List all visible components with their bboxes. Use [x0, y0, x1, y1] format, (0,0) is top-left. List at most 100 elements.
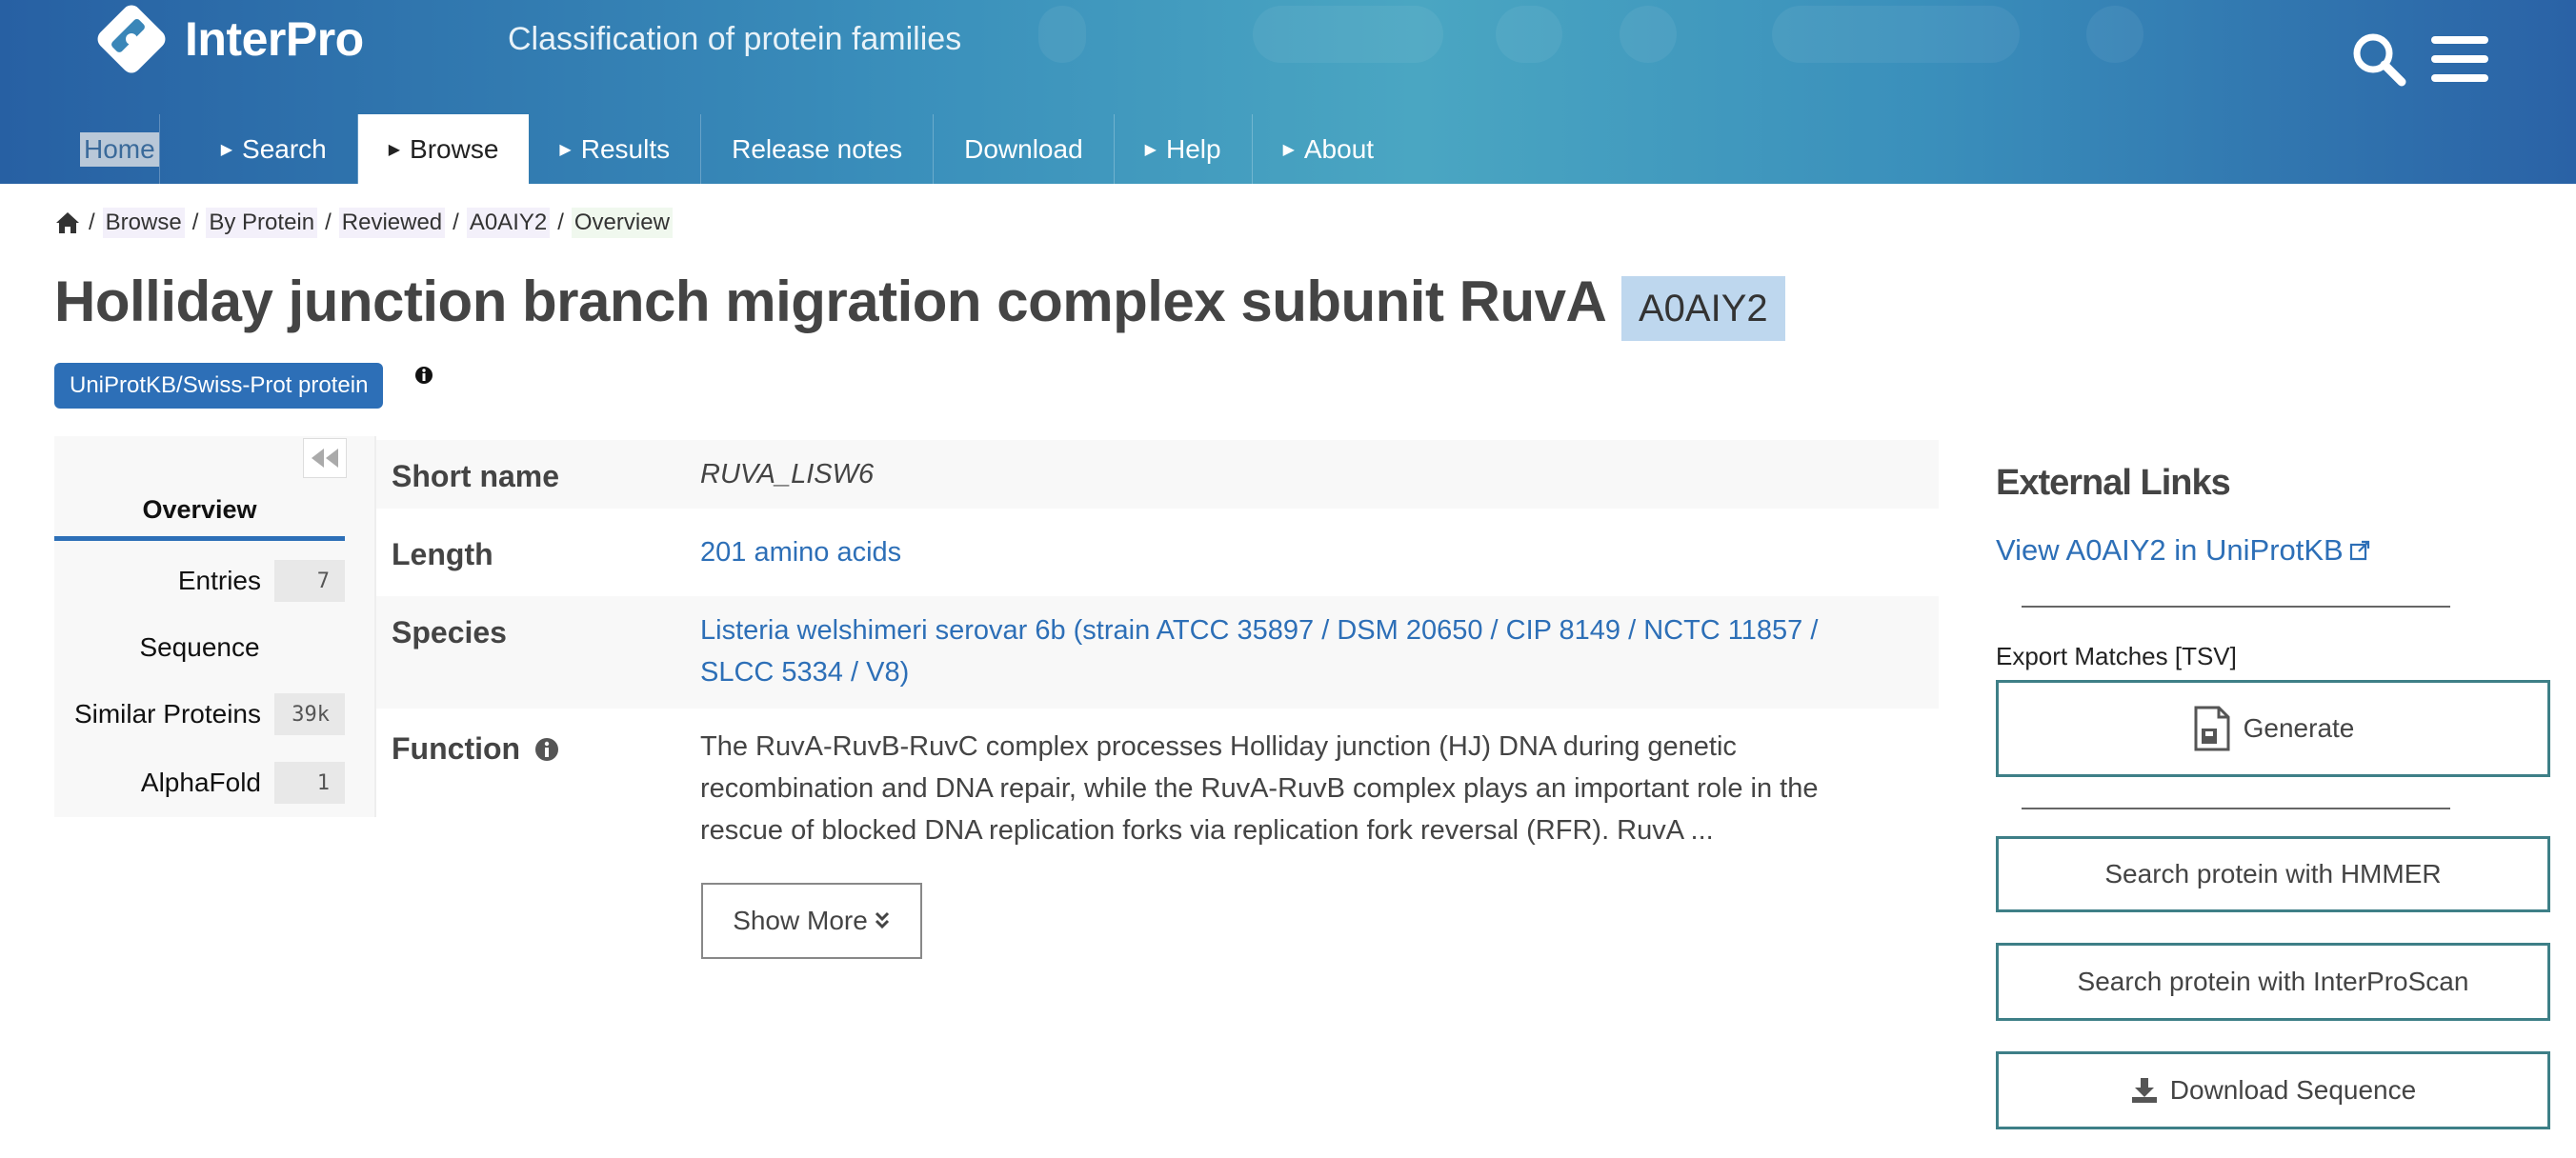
short-name-label: Short name — [392, 459, 560, 493]
nav-about-label: About — [1303, 133, 1375, 164]
show-more-label: Show More — [733, 906, 868, 935]
caret-right-icon: ▶ — [559, 141, 572, 158]
sidebar-item-label: Similar Proteins — [73, 699, 261, 729]
breadcrumb-separator: / — [557, 210, 564, 235]
interpro-logo-icon — [97, 5, 166, 73]
caret-right-icon: ▶ — [1282, 141, 1295, 158]
header-decoration — [2086, 6, 2143, 63]
count-badge: 7 — [274, 560, 345, 602]
species-line: Listeria welshimeri serovar 6b (strain A… — [700, 615, 1819, 646]
download-sequence-label: Download Sequence — [2169, 1075, 2417, 1105]
breadcrumb-separator: / — [89, 210, 95, 235]
length-row: Length 201 amino acids — [376, 518, 1939, 587]
nav-release-notes-label: Release notes — [732, 133, 903, 164]
interpro-logo[interactable]: InterPro — [91, 0, 364, 78]
breadcrumb-by-protein[interactable]: By Protein — [206, 208, 318, 238]
breadcrumb-reviewed[interactable]: Reviewed — [338, 208, 446, 238]
species-link[interactable]: Listeria welshimeri serovar 6b (strain A… — [700, 609, 1818, 693]
function-line: The RuvA-RuvB-RuvC complex processes Hol… — [700, 731, 1737, 762]
sidebar-item-label: Sequence — [139, 632, 260, 662]
generate-button[interactable]: Generate — [1996, 680, 2550, 777]
nav-search[interactable]: ▶ Search — [191, 114, 358, 184]
info-icon[interactable] — [414, 366, 433, 385]
uniprot-link-label: View A0AIY2 in UniProtKB — [1996, 533, 2344, 567]
breadcrumb-separator: / — [191, 210, 199, 235]
count-badge: 1 — [274, 762, 345, 804]
site-header: InterPro Classification of protein famil… — [0, 0, 2576, 184]
generate-label: Generate — [2243, 713, 2355, 743]
short-name-row: Short name RUVA_LISW6 — [376, 440, 1939, 509]
collapse-sidebar-button[interactable] — [303, 438, 347, 478]
sidebar-item-alphafold[interactable]: AlphaFold 1 — [54, 760, 345, 806]
download-icon — [2131, 1078, 2157, 1103]
uniprot-link[interactable]: View A0AIY2 in UniProtKB — [1996, 533, 2370, 568]
species-line: SLCC 5334 / V8) — [700, 657, 910, 688]
nav-release-notes[interactable]: Release notes — [701, 114, 935, 184]
function-row: Function The RuvA-RuvB-RuvC complex proc… — [376, 718, 1939, 861]
breadcrumb-current: Overview — [571, 208, 673, 238]
breadcrumb-separator: / — [325, 210, 332, 235]
divider — [2022, 606, 2450, 608]
caret-right-icon: ▶ — [220, 141, 233, 158]
species-row: Species Listeria welshimeri serovar 6b (… — [376, 596, 1939, 709]
database-badge[interactable]: UniProtKB/Swiss-Prot protein — [54, 363, 384, 409]
nav-results[interactable]: ▶ Results — [529, 114, 702, 184]
function-line: recombination and DNA repair, while the … — [700, 773, 1819, 804]
sidebar-item-label: Entries — [177, 566, 261, 595]
sidebar-item-sequence[interactable]: Sequence — [54, 625, 345, 670]
nav-home-label: Home — [80, 131, 159, 167]
accession-badge: A0AIY2 — [1621, 276, 1785, 341]
nav-help-label: Help — [1165, 133, 1221, 164]
breadcrumb: / Browse / By Protein / Reviewed / A0AIY… — [54, 208, 673, 238]
caret-right-icon: ▶ — [388, 141, 401, 158]
info-icon[interactable] — [534, 737, 559, 762]
function-line: rescue of blocked DNA replication forks … — [700, 815, 1714, 846]
double-chevron-down-icon — [875, 911, 889, 929]
function-label-text: Function — [392, 731, 521, 766]
page-title: Holliday junction branch migration compl… — [54, 270, 1607, 333]
nav-download-label: Download — [964, 133, 1083, 164]
hamburger-menu-icon[interactable] — [2429, 34, 2490, 84]
download-sequence-button[interactable]: Download Sequence — [1996, 1051, 2550, 1129]
length-label: Length — [392, 537, 493, 571]
divider — [2022, 808, 2450, 809]
caret-right-icon: ▶ — [1144, 141, 1157, 158]
nav-download[interactable]: Download — [934, 114, 1115, 184]
main-nav: Home ▶ Search ▶ Browse ▶ Results Release no… — [76, 114, 1404, 184]
sidebar-item-label: AlphaFold — [140, 768, 261, 797]
length-link[interactable]: 201 amino acids — [700, 531, 901, 573]
breadcrumb-separator: / — [453, 210, 459, 235]
file-export-icon — [2194, 706, 2230, 751]
export-matches-label: Export Matches [TSV] — [1996, 642, 2237, 670]
site-tagline: Classification of protein families — [508, 21, 962, 57]
external-links-title: External Links — [1996, 463, 2231, 503]
breadcrumb-browse[interactable]: Browse — [102, 208, 185, 238]
nav-browse[interactable]: ▶ Browse — [357, 114, 530, 184]
header-decoration — [1496, 6, 1562, 63]
show-more-button[interactable]: Show More — [701, 883, 922, 959]
short-name-value: RUVA_LISW6 — [700, 459, 875, 489]
external-link-icon — [2349, 540, 2369, 561]
sidebar-item-overview[interactable]: Overview — [54, 495, 345, 541]
nav-results-label: Results — [580, 133, 671, 164]
header-decoration — [1620, 6, 1677, 63]
nav-help[interactable]: ▶ Help — [1115, 114, 1253, 184]
home-icon[interactable] — [54, 210, 81, 235]
search-interproscan-button[interactable]: Search protein with InterProScan — [1996, 943, 2550, 1021]
nav-home[interactable]: Home — [76, 114, 160, 184]
search-icon[interactable] — [2348, 29, 2409, 90]
search-hmmer-button[interactable]: Search protein with HMMER — [1996, 836, 2550, 912]
function-description: The RuvA-RuvB-RuvC complex processes Hol… — [700, 726, 1920, 851]
nav-search-label: Search — [242, 133, 327, 164]
sidebar-item-entries[interactable]: Entries 7 — [54, 558, 345, 604]
sidebar-item-similar-proteins[interactable]: Similar Proteins 39k — [54, 691, 345, 737]
species-label: Species — [392, 615, 507, 649]
header-decoration — [1038, 6, 1086, 63]
double-chevron-left-icon — [312, 449, 338, 468]
logo-text: InterPro — [185, 12, 364, 66]
breadcrumb-accession[interactable]: A0AIY2 — [466, 208, 551, 238]
count-badge: 39k — [274, 693, 345, 735]
sidebar: Overview Entries 7 Sequence Similar Prot… — [54, 436, 374, 817]
header-decoration — [1253, 6, 1443, 63]
nav-about[interactable]: ▶ About — [1253, 114, 1404, 184]
